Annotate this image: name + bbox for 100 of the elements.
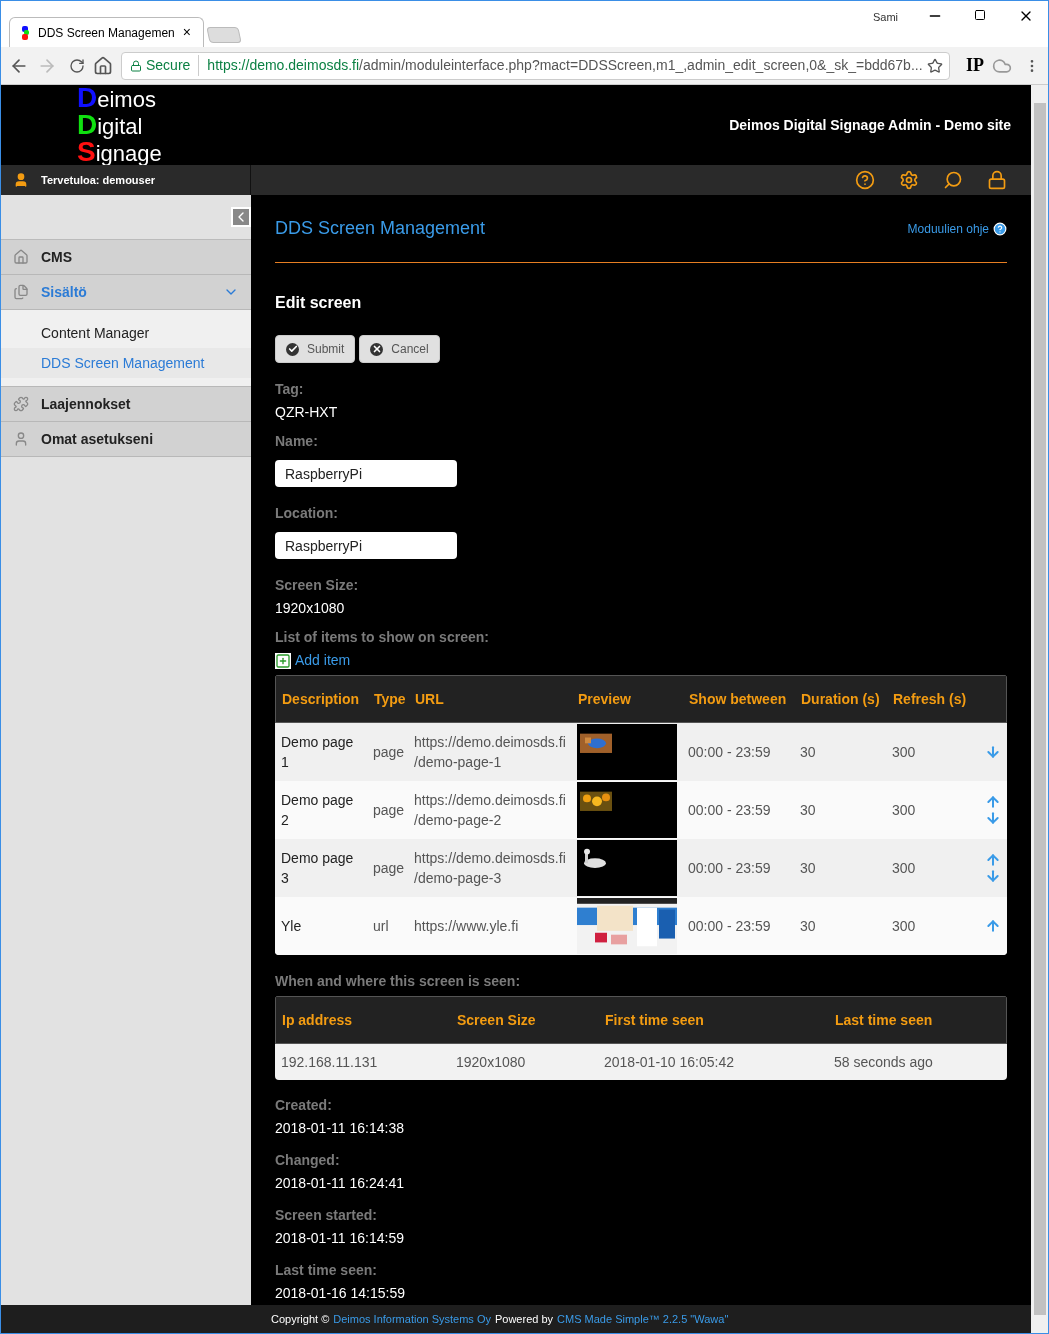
table-cell-text: https://demo.deimosds.fi /demo-page-2 [414, 791, 567, 830]
table-cell-text: 30 [800, 858, 817, 878]
table-cell-text: 58 seconds ago [834, 1052, 934, 1072]
logo: Deimos Digital Signage [77, 84, 162, 166]
size-value: 1920x1080 [275, 599, 346, 618]
add-item-link[interactable]: Add item [275, 650, 351, 671]
sidebar-subitem[interactable]: DDS Screen Management [1, 348, 251, 378]
table-cell-text: 00:00 - 23:59 [688, 916, 772, 936]
table-cell-text: https://www.yle.fi [414, 917, 520, 936]
settings-icon[interactable] [899, 170, 919, 190]
welcome-text: Tervetuloa: demouser [41, 172, 156, 188]
table-cell-text: 30 [800, 916, 817, 936]
powered-text: Powered by [494, 1311, 554, 1327]
column-header: Ip address [282, 1010, 354, 1030]
tab-title: DDS Screen Managemen [38, 24, 175, 42]
column-header: Show between [689, 689, 788, 709]
field-label: Last time seen: [275, 1261, 378, 1280]
address-field[interactable]: Secure https://demo.deimosds.fi/admin/moduleinterface.php?mact=DDSScreen,m1_,admin_edit_screen,0&_sk_=bdd67b... [121, 51, 950, 80]
table-cell-text: Demo page 3 [281, 849, 355, 888]
table-cell-text: 30 [800, 742, 817, 762]
field-label: List of items to show on screen: [275, 628, 490, 647]
table-cell-text: https://demo.deimosds.fi /demo-page-3 [414, 849, 567, 888]
sidebar-subitem[interactable]: Content Manager [1, 318, 251, 348]
table-cell-text: 00:00 - 23:59 [688, 742, 772, 762]
table-cell-text: url [373, 916, 390, 936]
bookmark-icon[interactable] [926, 57, 943, 74]
cancel-icon [370, 342, 384, 356]
maximize-icon[interactable] [974, 9, 986, 21]
column-header: Screen Size [457, 1010, 537, 1030]
table-cell-text: Demo page 2 [281, 791, 355, 830]
table-cell-text: page [373, 742, 406, 762]
collapse-icon[interactable] [231, 207, 251, 227]
field-value: 2018-01-11 16:14:59 [275, 1229, 405, 1248]
cancel-button[interactable]: Cancel [359, 335, 440, 363]
table-cell-text: 00:00 - 23:59 [688, 858, 772, 878]
column-header: Duration (s) [801, 689, 881, 709]
location-field[interactable]: RaspberryPi [275, 532, 457, 559]
page-title: DDS Screen Management [275, 217, 486, 240]
cms-link[interactable]: CMS Made Simple™ 2.2.5 "Wawa" [557, 1310, 729, 1328]
home-icon[interactable] [93, 55, 113, 76]
sidebar-icon [13, 249, 29, 265]
column-header: Preview [578, 689, 632, 709]
sidebar-item[interactable]: CMS [1, 240, 251, 275]
table-cell-text: 300 [892, 742, 917, 762]
extension-label[interactable]: IP [966, 52, 984, 79]
field-label: Changed: [275, 1151, 341, 1170]
field-label: Tag: [275, 380, 305, 399]
table-cell-text: https://demo.deimosds.fi /demo-page-1 [414, 733, 567, 772]
submit-button[interactable]: Submit [275, 335, 356, 363]
name-field[interactable]: RaspberryPi [275, 460, 457, 487]
browser-tab[interactable]: DDS Screen Managemen × [9, 17, 204, 47]
table-cell-text: 300 [892, 916, 917, 936]
help-icon[interactable] [855, 170, 875, 190]
column-header: URL [415, 689, 445, 709]
table-cell-text: 1920x1080 [456, 1052, 527, 1072]
help-link[interactable]: Moduulien ohje [907, 219, 1007, 238]
sidebar-item[interactable]: Laajennokset [1, 387, 251, 422]
column-header: Description [282, 689, 360, 709]
field-label: Created: [275, 1096, 333, 1115]
table-cell-text: 192.168.11.131 [281, 1052, 379, 1072]
url-text: https://demo.deimosds.fi/admin/moduleinterface.php?mact=DDSScreen,m1_,admin_edit_screen,0&_sk_=bdd67b... [207, 56, 923, 75]
help-icon [993, 221, 1007, 236]
copyright-text: Copyright © [271, 1311, 330, 1327]
column-header: Type [374, 689, 407, 709]
table-cell-text: page [373, 858, 406, 878]
table-cell-text: Yle [281, 917, 303, 936]
sidebar-icon [13, 431, 29, 447]
lock-icon[interactable] [987, 170, 1007, 190]
field-label: Screen Size: [275, 576, 360, 595]
table-cell-text: 00:00 - 23:59 [688, 800, 772, 820]
sidebar-icon [13, 396, 29, 412]
lock-icon [130, 59, 142, 72]
field-value: 2018-01-16 14:15:59 [275, 1284, 406, 1303]
tab-close[interactable]: × [182, 22, 191, 43]
table-cell-text: 2018-01-10 16:05:42 [604, 1052, 735, 1072]
search-icon[interactable] [943, 170, 963, 190]
user-name: Sami [873, 10, 899, 25]
site-title: Deimos Digital Signage Admin - Demo site [729, 115, 1011, 135]
scrollbar[interactable] [1031, 85, 1048, 1333]
field-label: Location: [275, 504, 339, 523]
column-header: First time seen [605, 1010, 705, 1030]
reload-icon[interactable] [69, 57, 85, 74]
favicon-icon [22, 25, 30, 40]
check-icon [286, 342, 299, 356]
add-icon [275, 652, 291, 669]
company-link[interactable]: Deimos Information Systems Oy [333, 1310, 491, 1328]
field-label: Name: [275, 432, 319, 451]
user-icon [13, 172, 29, 188]
tag-value: QZR-HXT [275, 403, 339, 422]
sidebar-item[interactable]: Omat asetukseni [1, 422, 251, 457]
field-value: 2018-01-11 16:24:41 [275, 1174, 405, 1193]
table-cell-text: Demo page 1 [281, 733, 355, 772]
field-label: When and where this screen is seen: [275, 972, 522, 991]
sidebar-icon [13, 284, 29, 300]
field-label: Screen started: [275, 1206, 378, 1225]
section-heading: Edit screen [275, 293, 363, 313]
table-cell-text: 300 [892, 858, 917, 878]
column-header: Last time seen [835, 1010, 934, 1030]
secure-label: Secure [146, 55, 200, 76]
field-value: 2018-01-11 16:14:38 [275, 1119, 405, 1138]
